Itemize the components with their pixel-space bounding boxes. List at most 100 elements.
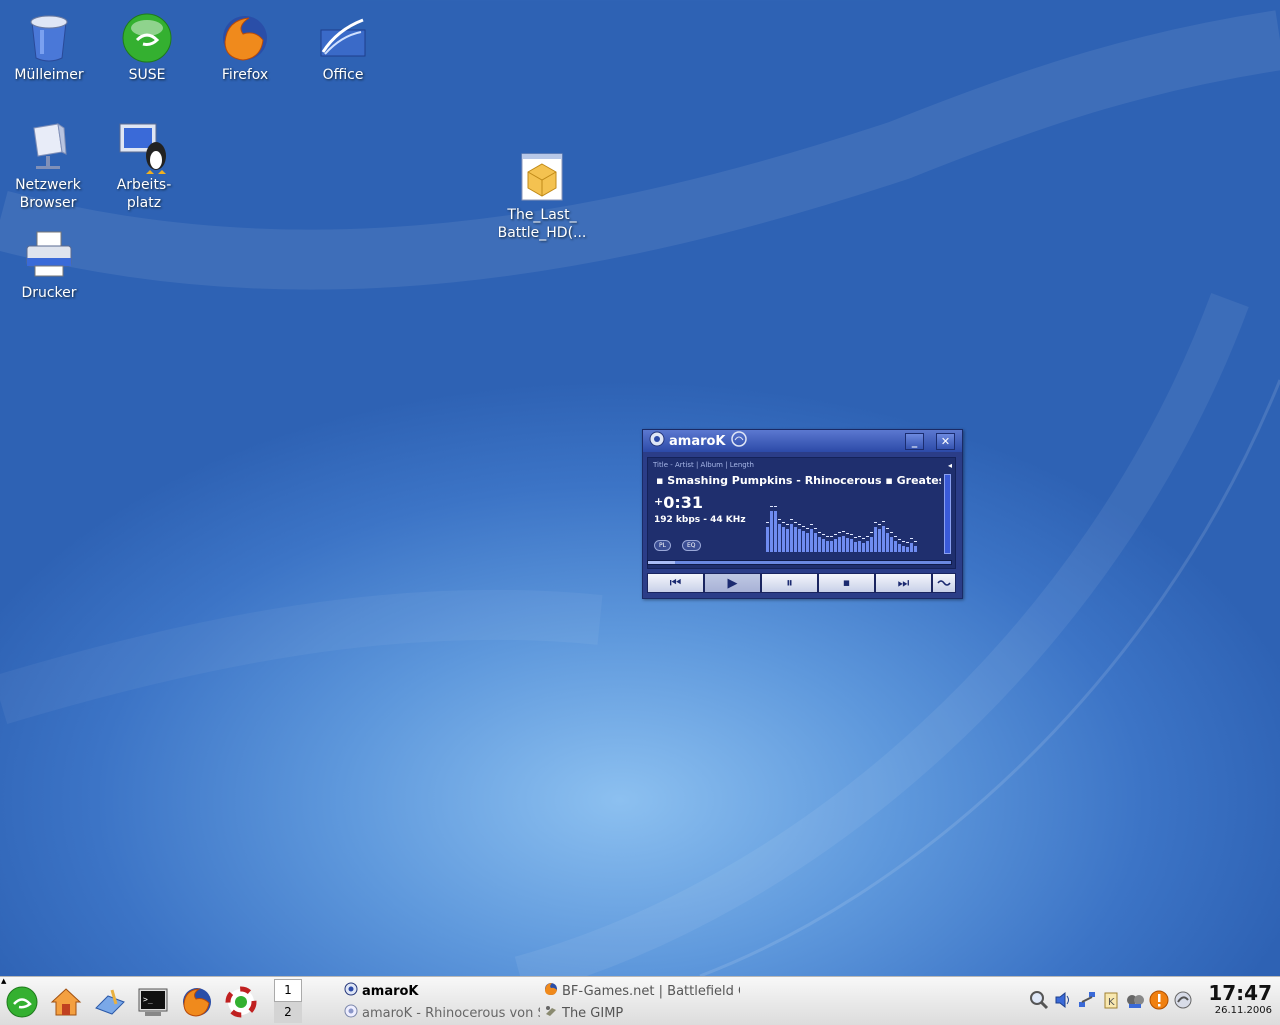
- analyzer-bar: [894, 541, 897, 552]
- analyzer-bar: [854, 542, 857, 552]
- desktop-icon-printer[interactable]: Drucker: [1, 230, 97, 302]
- pager-desktop-2[interactable]: 2: [274, 1002, 302, 1023]
- analyzer-bar: [814, 533, 817, 552]
- task-gimp[interactable]: The GIMP: [544, 1003, 740, 1023]
- previous-button[interactable]: ⏮: [647, 573, 704, 593]
- desktop-icon-package-file[interactable]: The_Last_ Battle_HD(...: [494, 152, 590, 242]
- firefox-launcher[interactable]: [179, 984, 215, 1020]
- minimize-button[interactable]: _: [905, 433, 924, 450]
- time-display[interactable]: +0:31: [654, 493, 703, 512]
- network-icon[interactable]: [1076, 987, 1098, 1013]
- desktop-icon-label: Firefox: [221, 67, 269, 83]
- analyzer-peak: [782, 522, 785, 523]
- desktop-icon-suse[interactable]: SUSE: [99, 12, 195, 84]
- analyzer-peak: [882, 521, 885, 522]
- desktop-icon-trash[interactable]: Mülleimer: [1, 12, 97, 84]
- desktop-icon-office[interactable]: Office: [295, 12, 391, 84]
- visualization-toggle-icon[interactable]: [932, 573, 956, 593]
- desktop-icon-label: Netzwerk Browser: [15, 177, 81, 211]
- analyzer-bar: [858, 541, 861, 552]
- package-file-icon: [516, 152, 568, 204]
- analyzer-bar: [802, 531, 805, 552]
- analyzer-peak: [818, 532, 821, 533]
- close-button[interactable]: ✕: [936, 433, 955, 450]
- search-icon[interactable]: [1028, 987, 1050, 1013]
- terminal-launcher[interactable]: >_: [135, 984, 171, 1020]
- desktop-pager: 1 2: [274, 979, 302, 1023]
- task-label: amaroK - Rhinocerous von Sm: [362, 1005, 540, 1021]
- volume-icon[interactable]: [1052, 987, 1074, 1013]
- analyzer-bar: [866, 541, 869, 552]
- next-button[interactable]: ⏭: [875, 573, 932, 593]
- home-launcher[interactable]: [48, 984, 84, 1020]
- pager-desktop-1[interactable]: 1: [274, 979, 302, 1002]
- workstation-icon: [118, 122, 170, 174]
- analyzer-peak: [898, 539, 901, 540]
- analyzer-peak: [766, 522, 769, 523]
- elapsed-time: 0:31: [663, 493, 704, 512]
- analyzer-bar: [790, 524, 793, 552]
- analyzer-peak: [850, 534, 853, 535]
- help-lifebuoy-icon: [225, 986, 257, 1018]
- kde-wallet-icon[interactable]: [1124, 987, 1146, 1013]
- system-tray: K: [1028, 987, 1194, 1013]
- seek-slider[interactable]: [647, 560, 952, 565]
- analyzer-bar: [786, 529, 789, 552]
- help-launcher[interactable]: [223, 984, 259, 1020]
- printer-icon: [23, 230, 75, 282]
- show-desktop-icon: [95, 989, 125, 1015]
- bitrate-info: 192 kbps - 44 KHz: [654, 515, 746, 525]
- analyzer-bar: [794, 527, 797, 552]
- analyzer-bar: [830, 541, 833, 552]
- desktop-icon-network-browser[interactable]: Netzwerk Browser: [0, 122, 96, 212]
- amarok-task-icon: [344, 982, 358, 1000]
- analyzer-peak: [794, 522, 797, 523]
- kmenu-button[interactable]: [4, 984, 40, 1020]
- play-button[interactable]: ▶: [704, 573, 761, 593]
- suse-icon: [121, 12, 173, 64]
- analyzer-bar: [838, 537, 841, 552]
- equalizer-button[interactable]: EQ: [682, 540, 701, 551]
- desktop-icon-workstation[interactable]: Arbeits- platz: [96, 122, 192, 212]
- playlist-button[interactable]: PL: [654, 540, 671, 551]
- amarok-tray-icon[interactable]: [1172, 987, 1194, 1013]
- analyzer-bar: [770, 511, 773, 552]
- analyzer-peak: [866, 536, 869, 537]
- analyzer-peak: [810, 524, 813, 525]
- svg-text:>_: >_: [143, 995, 153, 1004]
- analyzer-peak: [822, 534, 825, 535]
- task-amarok[interactable]: amaroK: [344, 981, 540, 1001]
- seek-position: [648, 561, 676, 564]
- stop-button[interactable]: ⏹: [818, 573, 875, 593]
- analyzer-bar: [902, 546, 905, 552]
- klipper-clipboard-icon[interactable]: K: [1100, 987, 1122, 1013]
- analyzer-peak: [830, 536, 833, 537]
- analyzer-bar: [834, 539, 837, 552]
- analyzer-bar: [914, 546, 917, 552]
- trash-icon: [23, 12, 75, 64]
- task-label: BF-Games.net | Battlefield Co: [562, 983, 740, 999]
- amarok-player-window[interactable]: amaroK _ ✕ Title - Artist | Album | Leng…: [642, 429, 963, 599]
- task-amarok-playlist[interactable]: amaroK - Rhinocerous von Sm: [344, 1003, 540, 1023]
- task-list: amaroK BF-Games.net | Battlefield Co ama…: [340, 979, 740, 1023]
- amarok-task-icon: [344, 1004, 358, 1022]
- update-alert-icon[interactable]: [1148, 987, 1170, 1013]
- desktop-icon-firefox[interactable]: Firefox: [197, 12, 293, 84]
- analyzer-bar: [774, 511, 777, 552]
- analyzer-bar: [778, 524, 781, 552]
- analyzer-bar: [882, 526, 885, 552]
- desktop-icon-label: Mülleimer: [14, 67, 84, 83]
- track-scroller: ▪ Smashing Pumpkins - Rhinocerous ▪ Grea…: [656, 474, 941, 487]
- analyzer-bar: [874, 527, 877, 552]
- clock[interactable]: 17:47 26.11.2006: [1208, 981, 1272, 1016]
- analyzer-bar: [766, 527, 769, 552]
- analyzer-bar: [906, 547, 909, 552]
- analyzer-peak: [914, 541, 917, 542]
- spectrum-analyzer: [766, 506, 917, 552]
- analyzer-peak: [910, 538, 913, 539]
- desktop-launcher[interactable]: [92, 984, 128, 1020]
- amarok-titlebar[interactable]: amaroK _ ✕: [643, 430, 962, 452]
- volume-slider[interactable]: [944, 474, 951, 554]
- task-browser[interactable]: BF-Games.net | Battlefield Co: [544, 981, 740, 1001]
- pause-button[interactable]: ⏸: [761, 573, 818, 593]
